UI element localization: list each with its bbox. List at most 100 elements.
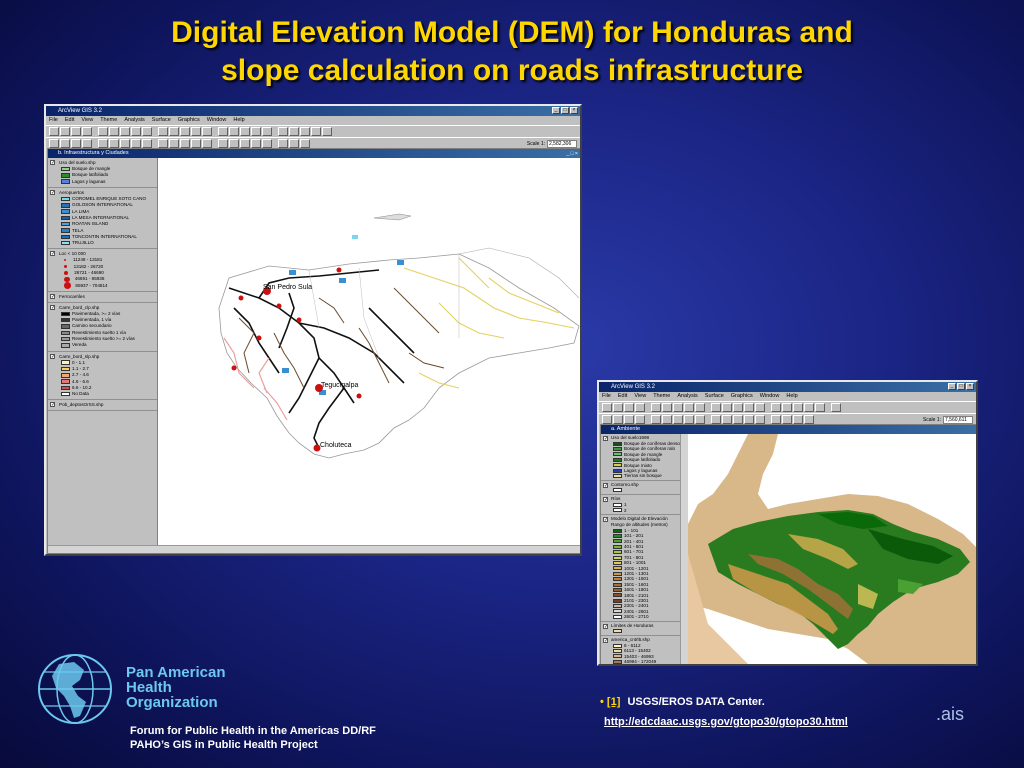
tool-button[interactable]	[624, 403, 634, 412]
tool-button[interactable]	[300, 127, 310, 136]
legend-theme[interactable]: ✓ Carre_bord_slp.shp 0 - 1.1 1.1 - 2.7 2.7 -…	[48, 352, 157, 401]
minimize-button[interactable]: _	[948, 383, 956, 390]
legend-theme[interactable]: ✓ Pob_deptosOrSS.shp	[48, 400, 157, 412]
tool-button[interactable]	[782, 415, 792, 424]
horizontal-scrollbar[interactable]	[48, 545, 580, 553]
legend-theme[interactable]: ✓ Uso del suelo.shp Bosque de mangle Bosque…	[48, 158, 157, 188]
tool-button[interactable]	[662, 403, 672, 412]
tool-button[interactable]	[722, 403, 732, 412]
tool-button[interactable]	[240, 127, 250, 136]
tool-button[interactable]	[82, 139, 92, 148]
tool-button[interactable]	[262, 139, 272, 148]
menu-file[interactable]: File	[602, 392, 611, 401]
menu-help[interactable]: Help	[786, 392, 797, 401]
tool-button[interactable]	[662, 415, 672, 424]
legend-theme[interactable]: ✓ Uso del suelo1998 Bosque de coníferas de…	[601, 434, 686, 481]
menu-theme[interactable]: Theme	[653, 392, 670, 401]
tool-button[interactable]	[98, 139, 108, 148]
tool-button[interactable]	[711, 403, 721, 412]
tool-button[interactable]	[169, 127, 179, 136]
tool-button[interactable]	[782, 403, 792, 412]
view-window[interactable]: a. Ambiente ✓ Uso del suelo1998 Bosque de …	[600, 424, 976, 664]
tool-button[interactable]	[722, 415, 732, 424]
close-button[interactable]: ×	[966, 383, 974, 390]
close-button[interactable]: ×	[570, 107, 578, 114]
tool-button[interactable]	[300, 139, 310, 148]
legend-theme[interactable]: ✓ Loc < 10 000 11248 - 13181 13182 - 26720 2…	[48, 249, 157, 292]
tool-button[interactable]	[278, 127, 288, 136]
theme-visibility-checkbox[interactable]: ✓	[50, 189, 55, 195]
tool-button[interactable]	[289, 139, 299, 148]
tool-button[interactable]	[240, 139, 250, 148]
tool-button[interactable]	[673, 415, 683, 424]
tool-button[interactable]	[635, 415, 645, 424]
legend-theme[interactable]: ✓ Ríos 1 2	[601, 495, 686, 515]
theme-visibility-checkbox[interactable]: ✓	[50, 353, 55, 359]
table-of-contents[interactable]: ✓ Uso del suelo1998 Bosque de coníferas de…	[601, 434, 687, 664]
maximize-button[interactable]: □	[561, 107, 569, 114]
tool-button[interactable]	[169, 139, 179, 148]
tool-button[interactable]	[191, 127, 201, 136]
tool-button[interactable]	[651, 403, 661, 412]
legend-theme[interactable]: ✓ Límites de Honduras	[601, 622, 686, 636]
legend-theme[interactable]: ✓ Modelo Digital de Elevación Rango de alt…	[601, 515, 686, 622]
theme-visibility-checkbox[interactable]: ✓	[603, 482, 608, 488]
map-display[interactable]	[688, 434, 976, 664]
tool-button[interactable]	[651, 415, 661, 424]
menu-file[interactable]: File	[49, 116, 58, 125]
tool-button[interactable]	[793, 403, 803, 412]
tool-button[interactable]	[733, 415, 743, 424]
tool-button[interactable]	[142, 127, 152, 136]
theme-visibility-checkbox[interactable]: ✓	[603, 497, 608, 503]
tool-button[interactable]	[180, 139, 190, 148]
tool-button[interactable]	[98, 127, 108, 136]
tool-button[interactable]	[744, 415, 754, 424]
tool-button[interactable]	[755, 415, 765, 424]
vertical-scrollbar[interactable]	[680, 434, 688, 664]
tool-button[interactable]	[684, 415, 694, 424]
tool-button[interactable]	[755, 403, 765, 412]
tool-button[interactable]	[109, 127, 119, 136]
legend-theme[interactable]: ✓ Carre_bord_clp.shp Pavimentada, >= 2 vía…	[48, 303, 157, 352]
theme-visibility-checkbox[interactable]: ✓	[50, 304, 55, 310]
reference-link[interactable]: [1]	[607, 696, 620, 708]
theme-visibility-checkbox[interactable]: ✓	[603, 623, 608, 629]
view-title-bar[interactable]: b. Infraestructura y Ciudades _ □ ×	[48, 149, 580, 158]
tool-button[interactable]	[120, 139, 130, 148]
tool-button[interactable]	[831, 403, 841, 412]
tool-button[interactable]	[142, 139, 152, 148]
tool-button[interactable]	[278, 139, 288, 148]
tool-button[interactable]	[71, 139, 81, 148]
tool-button[interactable]	[635, 403, 645, 412]
menu-edit[interactable]: Edit	[618, 392, 627, 401]
tool-button[interactable]	[804, 415, 814, 424]
legend-theme[interactable]: ✓ Contorno.shp	[601, 481, 686, 496]
scale-input[interactable]: 7,560,611	[943, 415, 973, 424]
theme-visibility-checkbox[interactable]: ✓	[50, 293, 55, 299]
window-title-bar[interactable]: ArcView GIS 3.2 _ □ ×	[46, 106, 580, 116]
theme-visibility-checkbox[interactable]: ✓	[603, 637, 608, 643]
tool-button[interactable]	[602, 415, 612, 424]
tool-button[interactable]	[613, 403, 623, 412]
menu-window[interactable]: Window	[207, 116, 227, 125]
tool-button[interactable]	[49, 139, 59, 148]
minimize-button[interactable]: _	[552, 107, 560, 114]
tool-button[interactable]	[733, 403, 743, 412]
tool-button[interactable]	[109, 139, 119, 148]
theme-visibility-checkbox[interactable]: ✓	[50, 160, 55, 166]
menu-theme[interactable]: Theme	[100, 116, 117, 125]
menu-analysis[interactable]: Analysis	[124, 116, 144, 125]
tool-button[interactable]	[673, 403, 683, 412]
tool-button[interactable]	[684, 403, 694, 412]
tool-button[interactable]	[793, 415, 803, 424]
tool-button[interactable]	[131, 139, 141, 148]
tool-button[interactable]	[322, 127, 332, 136]
tool-button[interactable]	[289, 127, 299, 136]
tool-button[interactable]	[60, 139, 70, 148]
tool-button[interactable]	[613, 415, 623, 424]
theme-visibility-checkbox[interactable]: ✓	[603, 436, 608, 442]
tool-button[interactable]	[82, 127, 92, 136]
tool-button[interactable]	[202, 127, 212, 136]
theme-visibility-checkbox[interactable]: ✓	[603, 516, 608, 522]
tool-button[interactable]	[311, 127, 321, 136]
